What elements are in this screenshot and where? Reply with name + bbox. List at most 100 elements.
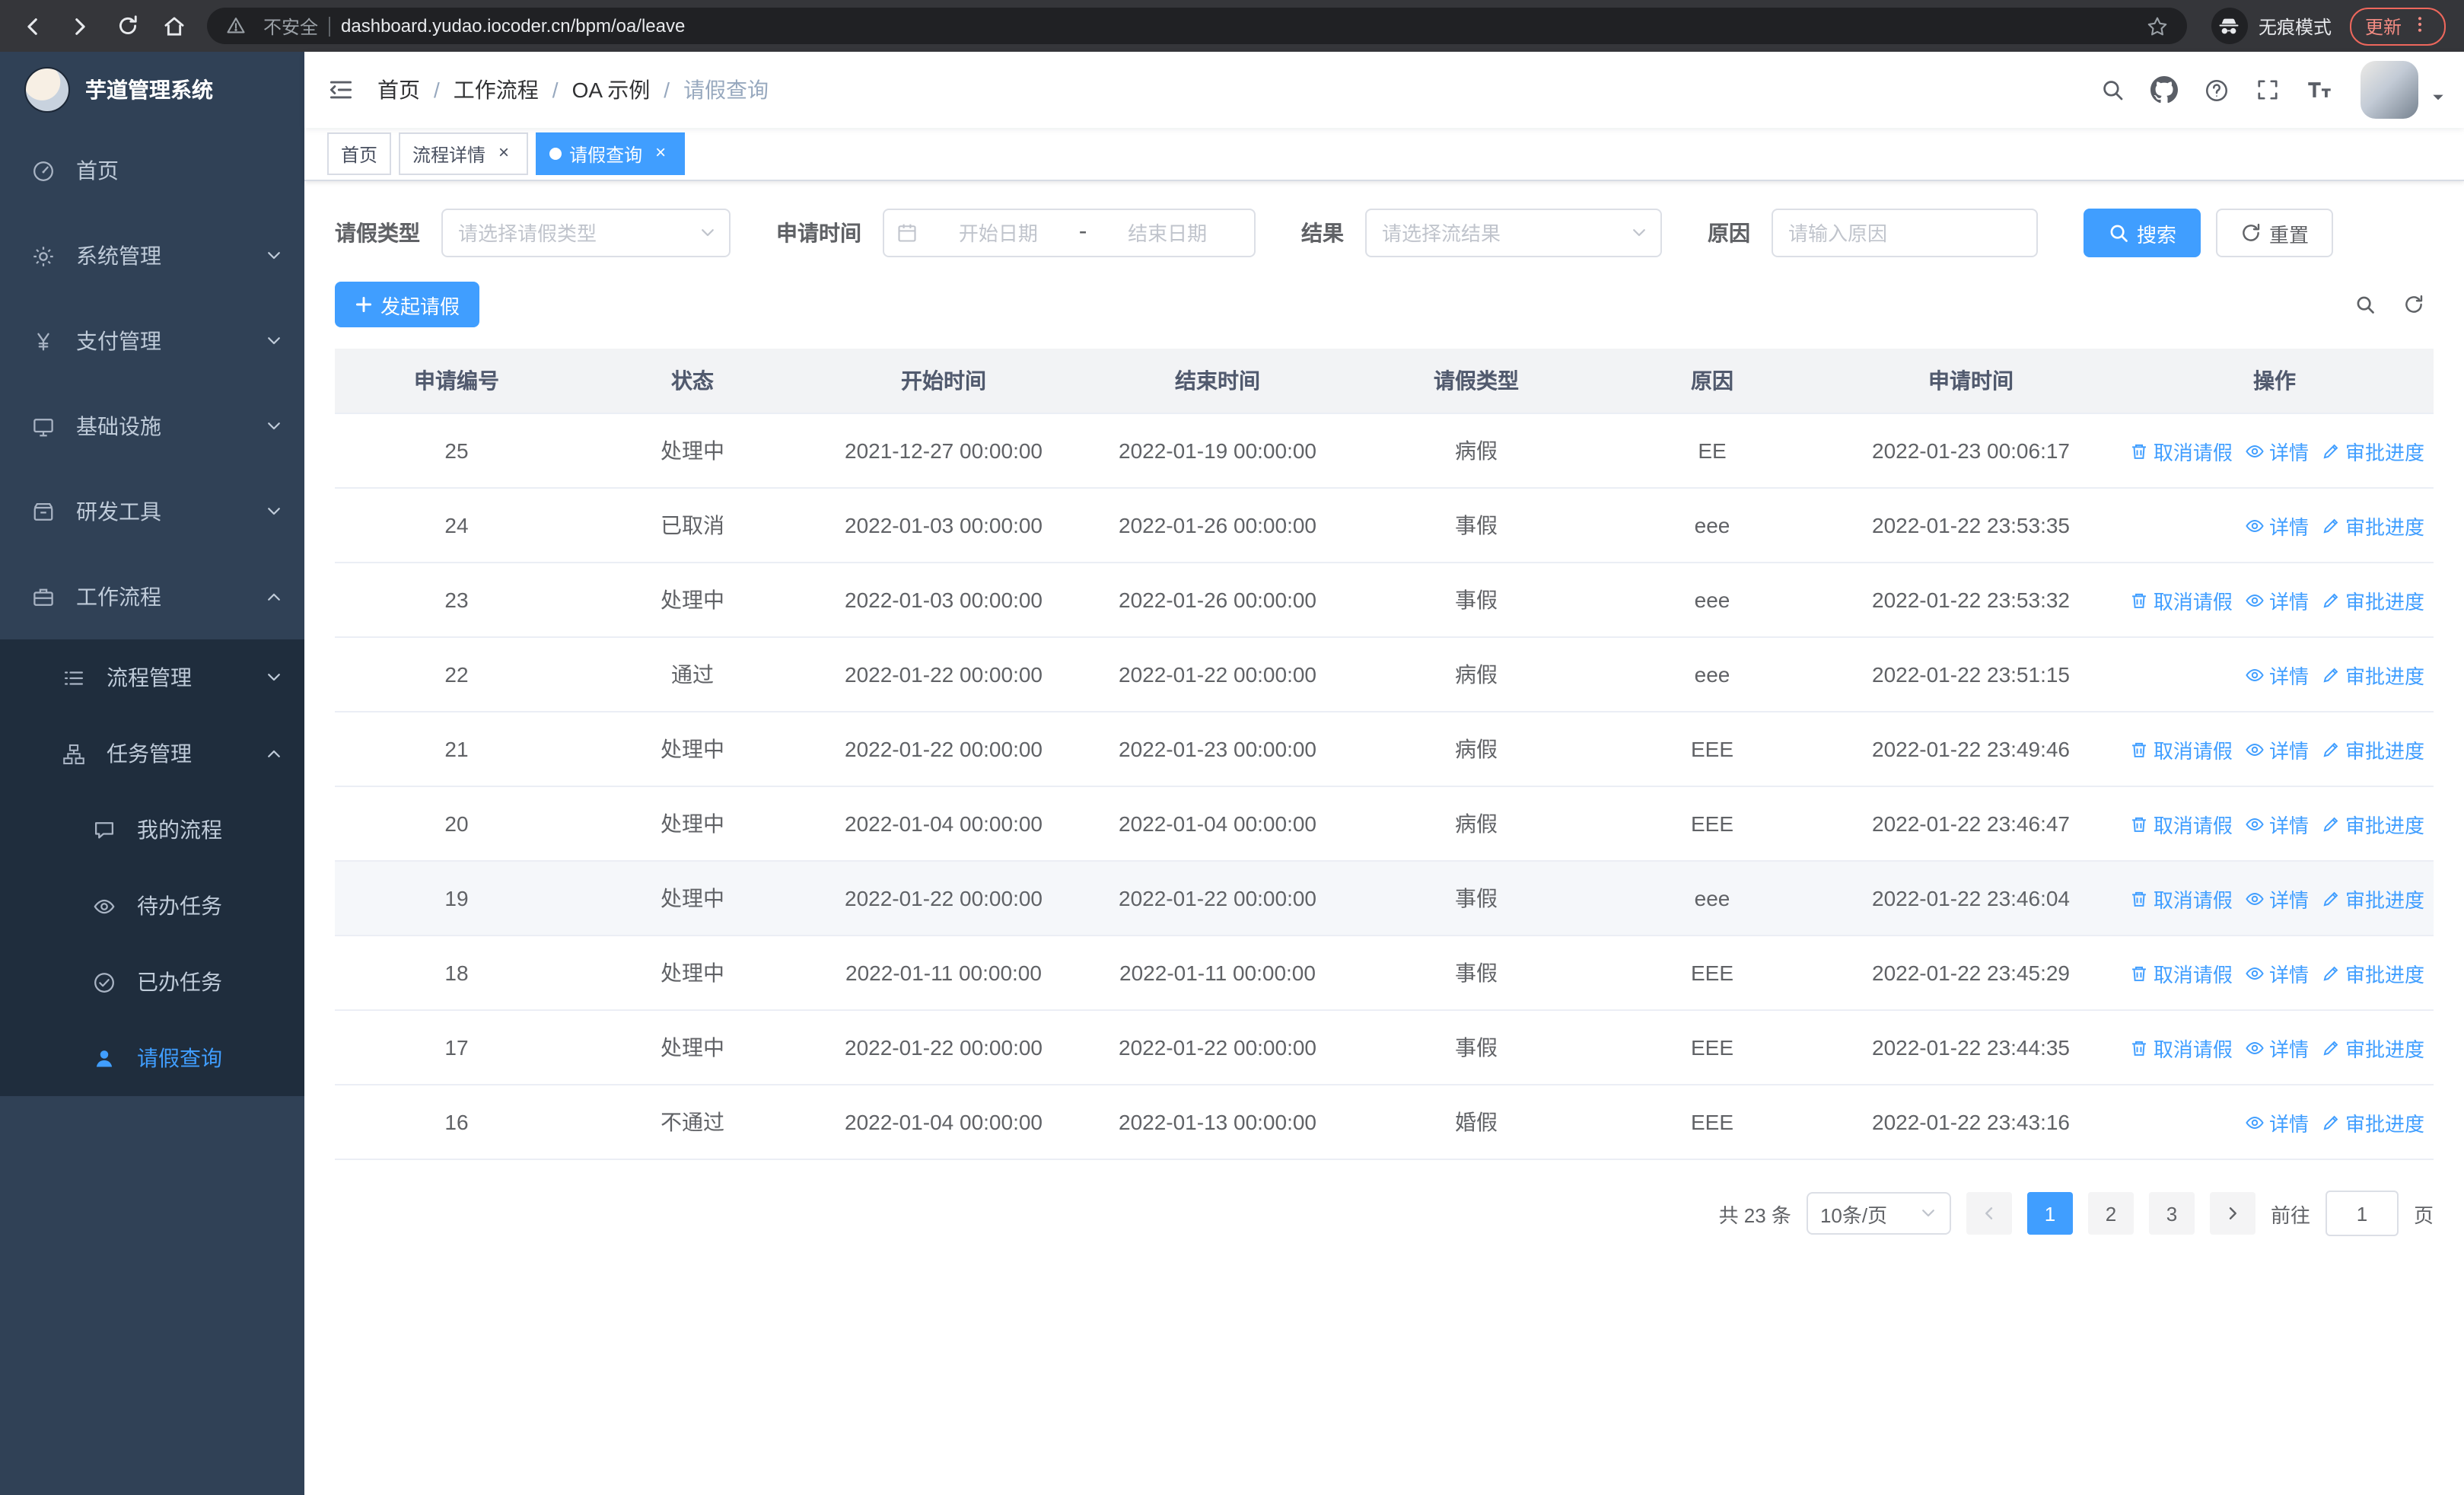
cancel-leave-link[interactable]: 取消请假 (2129, 735, 2233, 763)
cell-apply-time: 2022-01-22 23:53:35 (1826, 488, 2115, 563)
result-input[interactable] (1379, 220, 1630, 246)
sidebar-item[interactable]: 我的流程 (0, 792, 304, 868)
tab[interactable]: 首页 (327, 132, 392, 175)
cell-reason: eee (1598, 563, 1826, 638)
bookmark-star-icon[interactable] (2146, 14, 2169, 37)
chevron-icon (265, 247, 283, 265)
cancel-leave-link[interactable]: 取消请假 (2129, 436, 2233, 465)
page-number-button[interactable]: 2 (2087, 1192, 2134, 1235)
reason-input[interactable] (1785, 220, 2024, 246)
refresh-table-button[interactable] (2403, 294, 2424, 315)
leave-type-select[interactable] (441, 209, 731, 257)
back-button[interactable] (12, 5, 53, 46)
approval-progress-link[interactable]: 审批进度 (2321, 1108, 2424, 1136)
reset-button[interactable]: 重置 (2216, 209, 2334, 257)
font-size-icon[interactable] (2297, 67, 2342, 113)
cancel-leave-link[interactable]: 取消请假 (2129, 958, 2233, 987)
detail-link[interactable]: 详情 (2245, 884, 2309, 913)
sidebar-item[interactable]: 已办任务 (0, 944, 304, 1020)
search-icon[interactable] (2090, 67, 2135, 113)
detail-link[interactable]: 详情 (2245, 1108, 2309, 1136)
reason-field[interactable] (1772, 209, 2038, 257)
security-label: 不安全 (263, 16, 319, 37)
approval-progress-link[interactable]: 审批进度 (2321, 958, 2424, 987)
approval-progress-link[interactable]: 审批进度 (2321, 809, 2424, 838)
reload-button[interactable] (107, 5, 148, 46)
approval-progress-link[interactable]: 审批进度 (2321, 660, 2424, 689)
close-icon[interactable]: × (650, 142, 671, 164)
cancel-leave-link[interactable]: 取消请假 (2129, 884, 2233, 913)
cell-start-time: 2022-01-22 00:00:00 (807, 712, 1081, 787)
address-bar[interactable]: 不安全 dashboard.yudao.iocoder.cn/bpm/oa/le… (207, 8, 2187, 44)
end-date-input[interactable] (1093, 220, 1243, 246)
breadcrumb-item[interactable]: 工作流程 (454, 75, 539, 105)
detail-link[interactable]: 详情 (2245, 585, 2309, 614)
detail-link[interactable]: 详情 (2245, 511, 2309, 540)
cell-start-time: 2022-01-03 00:00:00 (807, 563, 1081, 638)
sidebar-item[interactable]: 支付管理 (0, 298, 304, 384)
sidebar-item[interactable]: 工作流程 (0, 554, 304, 639)
detail-link[interactable]: 详情 (2245, 735, 2309, 763)
approval-progress-link[interactable]: 审批进度 (2321, 884, 2424, 913)
cancel-leave-link[interactable]: 取消请假 (2129, 809, 2233, 838)
detail-link[interactable]: 详情 (2245, 660, 2309, 689)
cancel-leave-link[interactable]: 取消请假 (2129, 1033, 2233, 1062)
breadcrumb-item[interactable]: 首页 (377, 75, 420, 105)
apply-time-label: 申请时间 (776, 221, 861, 245)
start-date-input[interactable] (924, 220, 1073, 246)
sidebar-item[interactable]: 待办任务 (0, 868, 304, 944)
sidebar-logo[interactable]: 芋道管理系统 (0, 52, 304, 128)
detail-link[interactable]: 详情 (2245, 809, 2309, 838)
update-chip[interactable]: 更新 (2349, 7, 2446, 45)
tab[interactable]: 流程详情 × (399, 132, 529, 175)
detail-link[interactable]: 详情 (2245, 958, 2309, 987)
create-leave-button[interactable]: 发起请假 (335, 282, 480, 327)
next-page-button[interactable] (2209, 1192, 2255, 1235)
cell-start-time: 2022-01-22 00:00:00 (807, 861, 1081, 936)
detail-link[interactable]: 详情 (2245, 1033, 2309, 1062)
cell-end-time: 2022-01-04 00:00:00 (1081, 786, 1355, 862)
table-row: 18 处理中 2022-01-11 00:00:00 2022-01-11 00… (335, 936, 2434, 1011)
caret-down-icon[interactable] (2431, 85, 2446, 119)
sidebar-item[interactable]: 基础设施 (0, 384, 304, 469)
sidebar-item[interactable]: 请假查询 (0, 1020, 304, 1096)
page-number-button[interactable]: 3 (2148, 1192, 2195, 1235)
sidebar-item[interactable]: 研发工具 (0, 469, 304, 554)
sidebar-item[interactable]: 流程管理 (0, 639, 304, 716)
approval-progress-link[interactable]: 审批进度 (2321, 585, 2424, 614)
browser-menu-icon[interactable] (2409, 13, 2431, 39)
approval-progress-link[interactable]: 审批进度 (2321, 511, 2424, 540)
cancel-leave-link[interactable]: 取消请假 (2129, 585, 2233, 614)
approval-progress-link[interactable]: 审批进度 (2321, 1033, 2424, 1062)
filter-bar: 请假类型 申请时间 - (335, 209, 2434, 257)
sidebar-item[interactable]: 首页 (0, 128, 304, 213)
user-avatar[interactable] (2361, 61, 2418, 119)
forward-button[interactable] (59, 5, 100, 46)
result-select[interactable] (1365, 209, 1662, 257)
help-icon[interactable] (2193, 67, 2239, 113)
home-button[interactable] (154, 5, 195, 46)
breadcrumb-item[interactable]: OA 示例 (572, 75, 651, 105)
cell-reason: eee (1598, 488, 1826, 563)
toggle-search-button[interactable] (2354, 294, 2376, 315)
tab[interactable]: 请假查询 × (536, 132, 686, 175)
page-size-select[interactable]: 10条/页 (1806, 1192, 1951, 1235)
sidebar-item[interactable]: 系统管理 (0, 213, 304, 298)
search-button[interactable]: 搜索 (2084, 209, 2201, 257)
breadcrumb-item[interactable]: 请假查询 (683, 75, 769, 105)
page-number-button[interactable]: 1 (2026, 1192, 2073, 1235)
sidebar-toggle-icon[interactable] (304, 76, 377, 104)
close-icon[interactable]: × (493, 142, 514, 164)
goto-page-input[interactable] (2325, 1191, 2399, 1236)
apply-time-range-picker[interactable]: - (883, 209, 1256, 257)
github-icon[interactable] (2141, 67, 2187, 113)
leave-type-input[interactable] (455, 220, 699, 246)
sidebar-item[interactable]: 任务管理 (0, 716, 304, 792)
cell-leave-type: 婚假 (1355, 1085, 1598, 1160)
detail-link[interactable]: 详情 (2245, 436, 2309, 465)
prev-page-button[interactable] (1966, 1192, 2012, 1235)
approval-progress-link[interactable]: 审批进度 (2321, 735, 2424, 763)
breadcrumb: 首页 / 工作流程 / OA 示例 / 请假查询 (377, 75, 769, 105)
fullscreen-icon[interactable] (2245, 67, 2291, 113)
approval-progress-link[interactable]: 审批进度 (2321, 436, 2424, 465)
